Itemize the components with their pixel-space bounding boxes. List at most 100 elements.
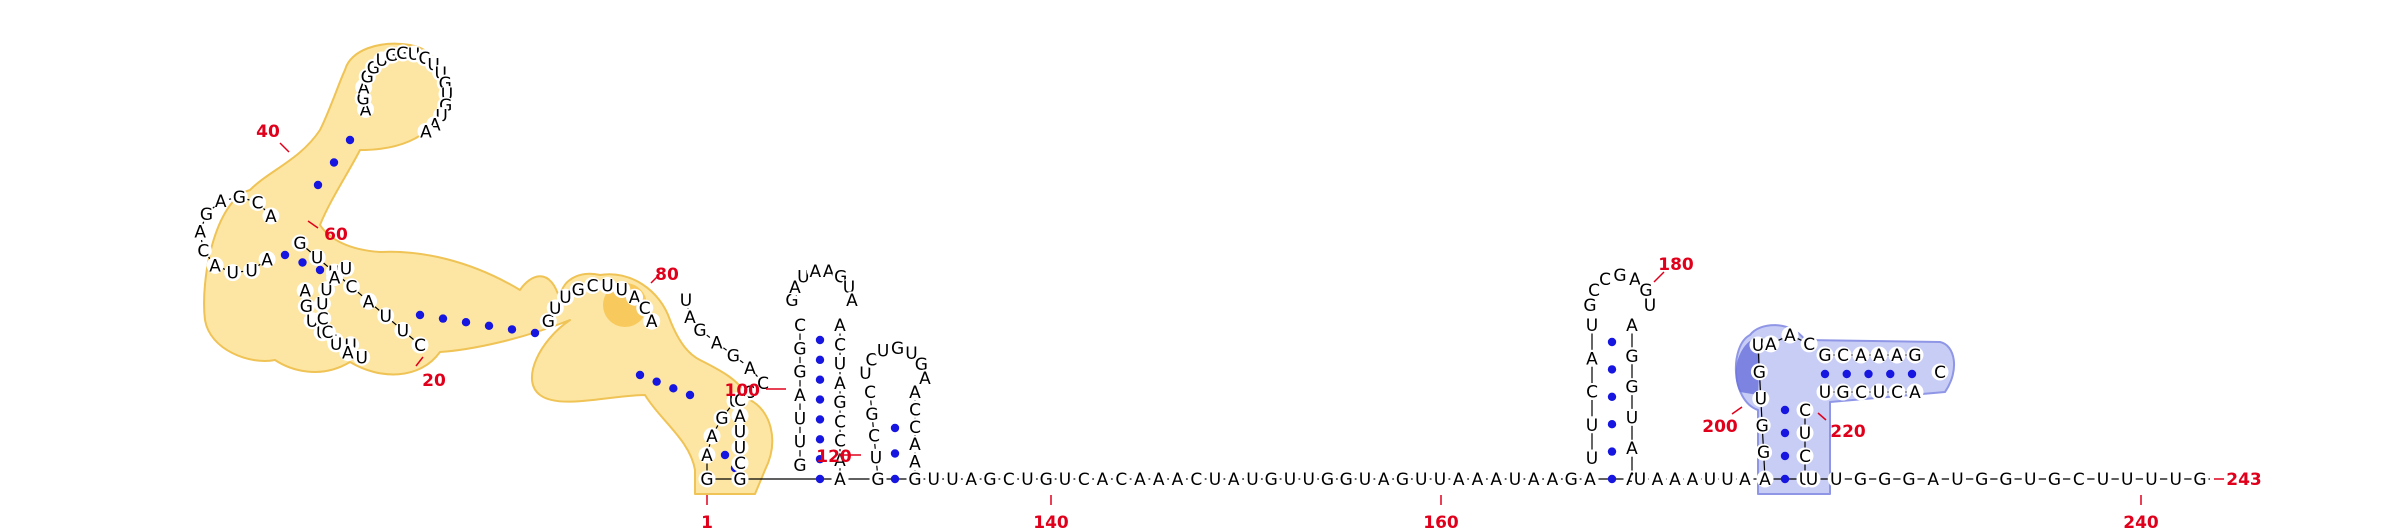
nucleotide-linker_2-4: U bbox=[1704, 470, 1716, 490]
nucleotide-hairpin_a_3p-4: G bbox=[833, 393, 846, 413]
nucleotide-linker_1-31: A bbox=[1490, 470, 1502, 490]
nucleotide-domain2_left_loop-6: G bbox=[200, 205, 213, 225]
base-pair-dot bbox=[815, 335, 825, 345]
nucleotide-hairpin_c_3p-2: G bbox=[1625, 378, 1638, 398]
nucleotide-domain2_left_loop-9: C bbox=[252, 193, 264, 213]
nucleotide-linker_1-3: A bbox=[965, 470, 977, 490]
position-label-80: 80 bbox=[655, 265, 679, 285]
nucleotide-linker_1-12: A bbox=[1134, 470, 1146, 490]
base-pair-dot bbox=[329, 158, 339, 167]
nucleotide-hairpin_d_loop-2: C bbox=[1803, 335, 1815, 355]
nucleotide-hairpin_c_3p-4: A bbox=[1626, 439, 1638, 459]
nucleotide-domain1_3p_left-7: G bbox=[293, 234, 306, 254]
position-label-100: 100 bbox=[725, 381, 761, 401]
base-pair-dot bbox=[815, 435, 825, 444]
nucleotide-hairpin_d_upper_3p-4: G bbox=[1836, 383, 1849, 403]
nucleotide-linker_2-6: A bbox=[1739, 470, 1751, 490]
nucleotide-hairpin_d_5p-0: A bbox=[1759, 470, 1771, 490]
position-label-243: 243 bbox=[2226, 470, 2262, 490]
nucleotide-hairpin_c_3p-0: A bbox=[1626, 316, 1638, 336]
nucleotide-linker_1-33: A bbox=[1528, 470, 1540, 490]
nucleotide-linker_1-20: U bbox=[1284, 470, 1296, 490]
nucleotide-hairpin_c_5p-4: U bbox=[1586, 316, 1598, 336]
nucleotide-linker_1-34: A bbox=[1547, 470, 1559, 490]
nucleotide-tail_3p-14: U bbox=[2145, 470, 2157, 490]
base-pair-dot bbox=[530, 328, 540, 338]
nucleotide-hairpin_d_3p-1: U bbox=[1799, 424, 1811, 444]
base-pair-dot bbox=[890, 449, 900, 458]
nucleotide-hairpin_c_5p-3: A bbox=[1586, 349, 1598, 369]
nucleotide-linker_1-24: U bbox=[1359, 470, 1371, 490]
nucleotide-domain2_left_loop-10: A bbox=[265, 207, 277, 227]
base-pair-dot bbox=[1780, 474, 1790, 484]
base-pair-dot bbox=[815, 474, 825, 484]
nucleotide-hairpin_d_upper_5p-0: G bbox=[1818, 346, 1831, 366]
base-pair-dot bbox=[685, 390, 695, 400]
nucleotide-hairpin_d_upper_5p-2: A bbox=[1855, 346, 1867, 366]
nucleotide-hairpin_d_5p-1: G bbox=[1757, 443, 1770, 463]
nucleotide-hairpin_d_upper_5p-3: A bbox=[1873, 346, 1885, 366]
base-pair-dot bbox=[484, 321, 494, 330]
nucleotide-hairpin_d_5p-4: G bbox=[1753, 363, 1766, 383]
nucleotide-hairpin_d_3p-0: C bbox=[1799, 401, 1811, 421]
base-pair-dot bbox=[815, 395, 825, 404]
position-label-1: 1 bbox=[701, 513, 713, 531]
nucleotide-hairpin_c_3p-1: G bbox=[1625, 347, 1638, 367]
base-pair-dot bbox=[1842, 369, 1851, 379]
nucleotide-hairpin_d_loop-1: A bbox=[1784, 326, 1796, 346]
nucleotide-hairpin_b_5p-3: G bbox=[865, 405, 878, 425]
nucleotide-linker_1-23: G bbox=[1340, 470, 1353, 490]
nucleotide-linker_1-5: C bbox=[1003, 470, 1015, 490]
nucleotide-hairpin_d_5p-3: U bbox=[1755, 390, 1767, 410]
nucleotide-linker_1-36: A bbox=[1584, 470, 1596, 490]
position-label-40: 40 bbox=[256, 122, 280, 142]
nucleotide-tail_3p-5: A bbox=[1927, 470, 1939, 490]
base-pair-dot bbox=[438, 314, 448, 323]
nucleotide-linker_1-15: C bbox=[1190, 470, 1202, 490]
nucleotide-linker_1-28: U bbox=[1434, 470, 1446, 490]
nucleotide-tail_3p-13: U bbox=[2121, 470, 2133, 490]
nucleotide-hairpin_d_5p-5: U bbox=[1752, 336, 1764, 356]
base-pair-dot bbox=[1780, 451, 1790, 461]
nucleotide-linker_1-9: C bbox=[1078, 470, 1090, 490]
nucleotide-linker_2-1: A bbox=[1652, 470, 1664, 490]
nucleotide-hairpin_a_3p-3: A bbox=[834, 374, 846, 394]
nucleotide-domain1_5p_stem-3: G bbox=[715, 409, 728, 429]
nucleotide-domain1_5p_stem-7: A bbox=[744, 359, 756, 379]
nucleotide-linker_2-3: A bbox=[1687, 470, 1699, 490]
nucleotide-tail_3p-0: U bbox=[1806, 470, 1818, 490]
nucleotide-tail_3p-12: U bbox=[2097, 470, 2109, 490]
base-pair-dot bbox=[1780, 405, 1790, 415]
nucleotide-hairpin_b_loop-2: U bbox=[877, 341, 889, 361]
nucleotide-right_small_loop-4: C bbox=[587, 277, 599, 297]
nucleotide-hairpin_a_loop-3: A bbox=[810, 262, 822, 282]
nucleotide-hairpin_a_3p-8: A bbox=[834, 470, 846, 490]
base-pair-dot bbox=[652, 377, 661, 386]
nucleotide-hairpin_b_5p-4: C bbox=[864, 383, 876, 403]
nucleotide-right_small_loop-2: U bbox=[559, 288, 571, 308]
position-label-20: 20 bbox=[422, 371, 446, 391]
nucleotide-hairpin_c_loop-2: C bbox=[1599, 270, 1611, 290]
base-pair-dot bbox=[1886, 369, 1895, 379]
nucleotide-layer: GAAGUCCAGAGAUUAUUGACUUACUUGGCUUACAGAGGUG… bbox=[191, 44, 2209, 490]
nucleotide-domain1_5p_stem-8: G bbox=[727, 346, 740, 366]
nucleotide-linker_1-19: G bbox=[1265, 470, 1278, 490]
base-pair-dot bbox=[1607, 420, 1617, 429]
nucleotide-right_small_loop-9: A bbox=[646, 312, 658, 332]
nucleotide-hairpin_b_5p-1: U bbox=[870, 448, 882, 468]
nucleotide-hairpin_a_5p-5: G bbox=[793, 339, 806, 359]
backbone-layer bbox=[199, 52, 2210, 480]
nucleotide-hairpin_d_upper_loop-0: C bbox=[1934, 363, 1946, 383]
nucleotide-hairpin_a_5p-2: U bbox=[794, 409, 806, 429]
nucleotide-domain1_5p_stem-11: A bbox=[684, 308, 696, 328]
nucleotide-linker_1-27: U bbox=[1415, 470, 1427, 490]
nucleotide-hairpin_a_3p-0: A bbox=[834, 316, 846, 336]
nucleotide-middle_loop-0: U bbox=[355, 348, 367, 368]
nucleotide-hairpin_c_loop-6: U bbox=[1644, 296, 1656, 316]
nucleotide-hairpin_d_upper_5p-5: G bbox=[1908, 346, 1921, 366]
base-pair-dot bbox=[1907, 369, 1917, 379]
base-pair-dot bbox=[815, 375, 825, 384]
nucleotide-domain2_left_loop-7: A bbox=[215, 192, 227, 212]
nucleotide-right_small_loop-5: U bbox=[601, 277, 613, 297]
nucleotide-tail_3p-1: U bbox=[1830, 470, 1842, 490]
